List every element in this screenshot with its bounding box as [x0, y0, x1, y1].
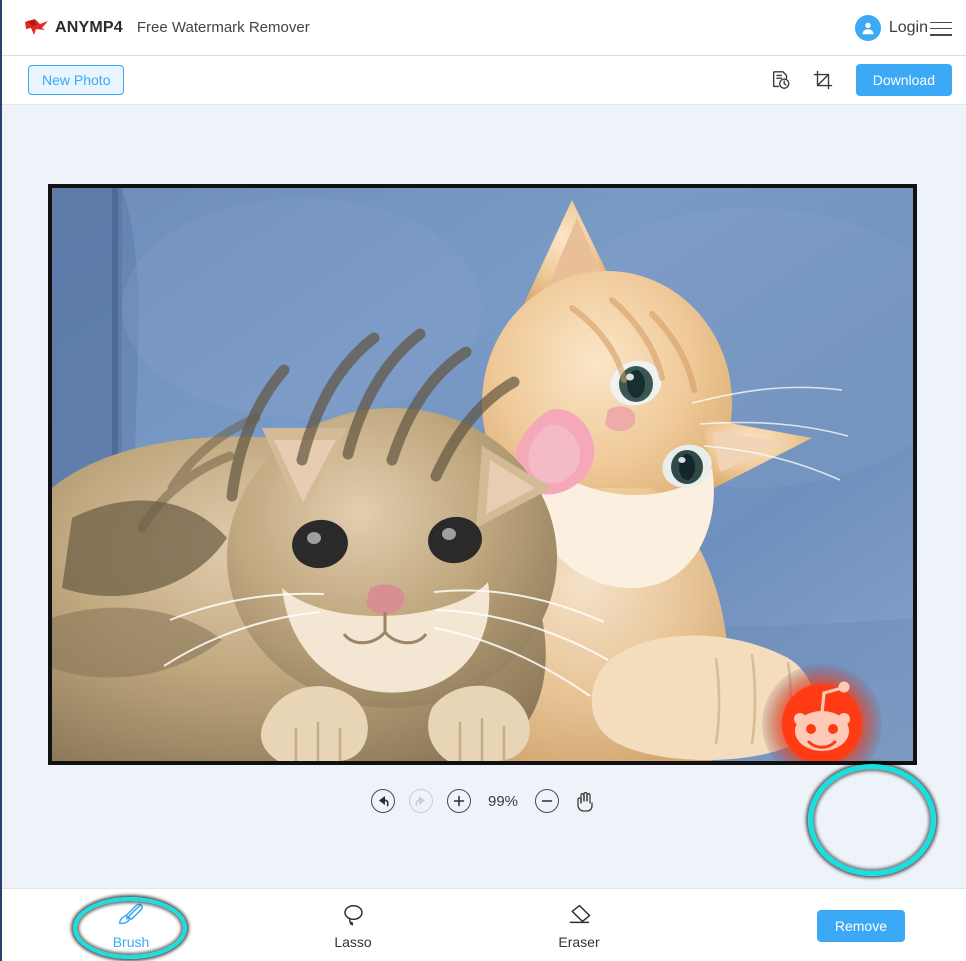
- hamburger-menu-icon[interactable]: [930, 20, 952, 36]
- canvas-area[interactable]: 99%: [2, 105, 966, 888]
- watermark-selection-highlight: [808, 764, 936, 876]
- zoom-out-icon[interactable]: [535, 789, 559, 813]
- eraser-icon: [569, 904, 591, 924]
- menu-line: [930, 34, 952, 36]
- anymp4-bird-logo-icon: [25, 18, 48, 35]
- download-button[interactable]: Download: [855, 64, 952, 96]
- editor-toolbar: New Photo Download: [2, 56, 966, 105]
- redo-glyph: [415, 796, 425, 807]
- page-title: Free Watermark Remover: [136, 19, 310, 36]
- tool-label-eraser: Eraser: [558, 934, 600, 950]
- tool-brush[interactable]: Brush: [86, 903, 176, 950]
- undo-glyph: [379, 796, 389, 807]
- tool-lasso[interactable]: Lasso: [308, 903, 398, 950]
- tool-eraser[interactable]: Eraser: [534, 903, 624, 950]
- redo-icon[interactable]: [409, 789, 433, 813]
- lasso-icon: [344, 904, 363, 926]
- plus-glyph: [453, 795, 465, 807]
- history-glyph: [772, 71, 790, 89]
- avatar-glyph: [862, 22, 874, 34]
- brand: ANYMP4 Free Watermark Remover: [24, 17, 310, 39]
- menu-line: [930, 27, 952, 30]
- undo-icon[interactable]: [371, 789, 395, 813]
- crop-glyph: [813, 70, 832, 90]
- watermark-remover-app: ANYMP4 Free Watermark Remover Login New …: [2, 0, 966, 961]
- menu-line: [930, 21, 952, 23]
- hand-glyph: [577, 791, 593, 812]
- new-photo-button[interactable]: New Photo: [28, 65, 125, 95]
- zoom-level-label: 99%: [487, 792, 519, 810]
- brand-name: ANYMP4: [55, 18, 123, 36]
- tools-toolbar: Brush Lasso Eraser Remove: [2, 888, 966, 961]
- cats-photo-svg: [52, 188, 913, 761]
- history-icon[interactable]: [768, 67, 794, 93]
- app-header: ANYMP4 Free Watermark Remover Login: [2, 0, 966, 56]
- tool-label-brush: Brush: [112, 934, 150, 950]
- crop-icon[interactable]: [810, 67, 836, 93]
- zoom-in-icon[interactable]: [447, 789, 471, 813]
- zoom-controls: 99%: [2, 786, 966, 816]
- photo-image[interactable]: [52, 188, 913, 761]
- user-avatar-icon[interactable]: [854, 14, 881, 41]
- paintbrush-icon: [118, 903, 143, 925]
- header-right: Login: [854, 14, 952, 41]
- hand-pan-icon[interactable]: [573, 789, 597, 813]
- tool-label-lasso: Lasso: [334, 934, 372, 950]
- login-link[interactable]: Login: [889, 19, 928, 37]
- remove-button[interactable]: Remove: [816, 910, 905, 942]
- minus-glyph: [541, 800, 553, 802]
- toolbar-right-group: Download: [768, 64, 952, 96]
- photo-frame[interactable]: [48, 184, 917, 765]
